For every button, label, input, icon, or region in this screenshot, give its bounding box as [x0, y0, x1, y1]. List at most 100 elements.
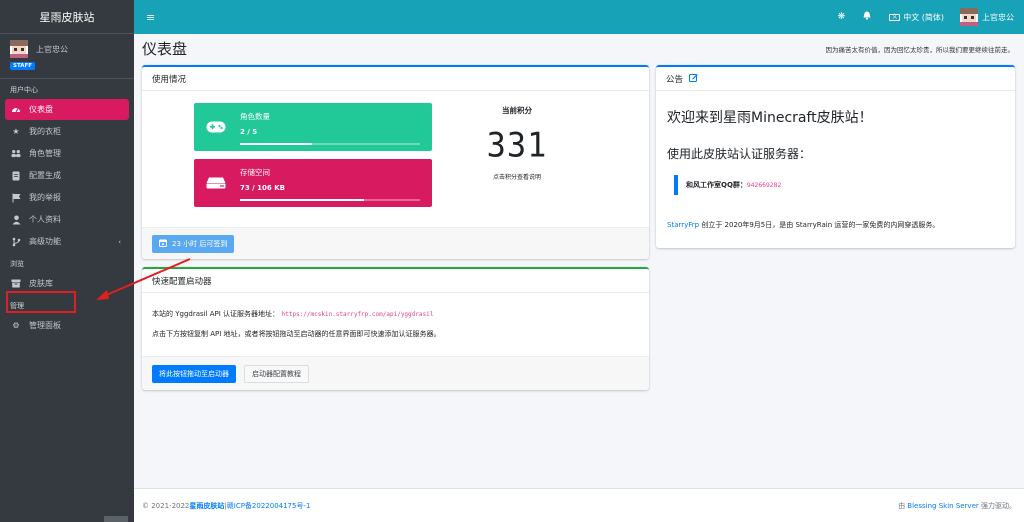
gamepad-icon — [206, 120, 226, 134]
sidebar-item-label: 个人资料 — [29, 215, 61, 224]
powered-suffix: 强力驱动。 — [978, 501, 1016, 510]
sidebar-item-label: 我的举报 — [29, 193, 61, 202]
sidebar-item-label: 我的衣柜 — [29, 127, 61, 136]
api-url[interactable]: https://mcskin.starryfrp.com/api/yggdras… — [282, 311, 434, 318]
usage-card: 使用情况 角色数量 2 / 5 存储空间 73 / 106 KB 当前积分 33… — [142, 65, 649, 259]
page-footer: © 2021-2022 星雨皮肤站 | 赣ICP备2022004175号-1 由… — [134, 488, 1024, 522]
sidebar-item-profile[interactable]: 个人资料 — [5, 209, 129, 230]
branch-icon — [11, 237, 21, 247]
topbar-user-menu[interactable]: 上官忠公 — [960, 8, 1014, 26]
score-title: 当前积分 — [502, 106, 532, 115]
file-icon — [11, 171, 21, 181]
language-selector[interactable]: 文 中文 (简体) — [889, 12, 944, 23]
sign-in-button[interactable]: 23 小时 后可签到 — [152, 234, 235, 253]
users-icon — [11, 149, 21, 159]
avatar — [10, 40, 28, 58]
blessing-skin-link[interactable]: Blessing Skin Server — [907, 502, 978, 510]
qq-callout: 和风工作室QQ群： 942669282 — [674, 175, 781, 195]
sidebar-item-label: 仪表盘 — [29, 105, 53, 114]
notice-body: StarryFrp 创立于 2020年9月5日，是由 StarryRain 运营… — [667, 220, 939, 230]
menu-toggle-icon[interactable]: ≡ — [146, 11, 155, 24]
roles-label: 角色数量 — [240, 112, 270, 121]
notice-welcome: 欢迎来到星雨Minecraft皮肤站！ — [667, 110, 873, 126]
launcher-card-footer: 将此按钮拖动至启动器 启动器配置教程 — [142, 356, 649, 390]
sidebar-item-closet[interactable]: ★ 我的衣柜 — [5, 121, 129, 142]
qq-number: 942669282 — [746, 181, 782, 189]
sidebar-user[interactable]: 上官忠公 — [10, 40, 124, 58]
star-icon: ★ — [12, 127, 20, 136]
dashboard-icon — [11, 105, 21, 115]
sidebar-item-label: 皮肤库 — [29, 279, 53, 288]
storage-progress — [240, 199, 420, 201]
sidebar-item-admin-panel[interactable]: ⚙ 管理面板 — [5, 315, 129, 336]
sidebar-item-players[interactable]: 角色管理 — [5, 143, 129, 164]
page-title: 仪表盘 — [142, 40, 188, 58]
api-text: 本站的 Yggdrasil API 认证服务器地址： — [152, 310, 280, 318]
sidebar-user-name: 上官忠公 — [36, 44, 68, 54]
storage-value: 73 / 106 KB — [240, 184, 285, 192]
brand-logo[interactable]: 星雨皮肤站 — [0, 0, 134, 34]
calendar-icon — [159, 239, 167, 249]
storage-info-box: 存储空间 73 / 106 KB — [194, 159, 432, 207]
powered-prefix: 由 — [898, 501, 908, 510]
notice-card: 公告 欢迎来到星雨Minecraft皮肤站！ 使用此皮肤站认证服务器： 和风工作… — [656, 65, 1015, 248]
flag-icon — [11, 193, 21, 203]
drag-to-launcher-button[interactable]: 将此按钮拖动至启动器 — [152, 364, 236, 383]
footer-site-link[interactable]: 星雨皮肤站 — [189, 501, 224, 511]
notice-card-header: 公告 — [656, 67, 1015, 91]
score-box[interactable]: 当前积分 331 点击积分查看说明 — [472, 105, 562, 181]
sign-in-label: 23 小时 后可签到 — [172, 239, 228, 248]
gear-icon: ⚙ — [12, 321, 20, 330]
score-value[interactable]: 331 — [472, 125, 562, 165]
api-address-line: 本站的 Yggdrasil API 认证服务器地址： https://mcski… — [152, 309, 433, 319]
top-navbar: ≡ ❋ 文 中文 (简体) 上官忠公 — [134, 0, 1024, 34]
annotation-highlight-box — [6, 291, 76, 313]
notice-subtitle: 使用此皮肤站认证服务器： — [667, 147, 812, 161]
sidebar-item-label: 管理面板 — [29, 321, 61, 330]
storage-label: 存储空间 — [240, 168, 270, 177]
notice-body-text: 创立于 2020年9月5日，是由 StarryRain 运营的一家免费的内网穿透… — [699, 221, 940, 229]
notice-title: 公告 — [666, 74, 684, 85]
roles-value: 2 / 5 — [240, 128, 258, 136]
roles-info-box: 角色数量 2 / 5 — [194, 103, 432, 151]
sidebar-item-label: 高级功能 — [29, 237, 61, 246]
copyright: © 2021-2022 — [142, 501, 190, 510]
language-icon: 文 — [889, 13, 901, 21]
sidebar: 星雨皮肤站 上官忠公 STAFF 用户中心 仪表盘 ★ 我的衣柜 角色管理 配置… — [0, 0, 134, 522]
avatar — [960, 8, 978, 26]
topbar-user-name: 上官忠公 — [982, 12, 1014, 22]
sidebar-item-config[interactable]: 配置生成 — [5, 165, 129, 186]
sidebar-item-label: 角色管理 — [29, 149, 61, 158]
chevron-left-icon: ‹ — [118, 237, 121, 246]
sidebar-item-reports[interactable]: 我的举报 — [5, 187, 129, 208]
sidebar-item-advanced[interactable]: 高级功能 ‹ — [5, 231, 129, 252]
edit-icon[interactable] — [689, 73, 698, 85]
score-hint: 点击积分查看说明 — [492, 174, 541, 181]
storage-progress-fill — [240, 199, 365, 201]
launcher-instruction: 点击下方按钮复制 API 地址，或者将按钮拖动至启动器的任意界面即可快速添加认证… — [152, 330, 441, 338]
launcher-tutorial-button[interactable]: 启动器配置教程 — [244, 364, 309, 383]
launcher-card: 快速配置启动器 本站的 Yggdrasil API 认证服务器地址： https… — [142, 267, 649, 390]
theme-toggle-icon[interactable]: ❋ — [838, 12, 846, 22]
sidebar-item-label: 配置生成 — [29, 171, 61, 180]
icp-link[interactable]: 赣ICP备2022004175号-1 — [227, 501, 311, 511]
usage-card-footer: 23 小时 后可签到 — [142, 227, 649, 259]
staff-badge: STAFF — [10, 62, 36, 70]
usage-card-title: 使用情况 — [142, 67, 649, 91]
powered-by: 由 Blessing Skin Server 强力驱动。 — [898, 501, 1016, 511]
user-icon — [11, 215, 21, 225]
nav-header-browse: 浏览 — [10, 260, 24, 268]
launcher-card-title: 快速配置启动器 — [142, 269, 649, 293]
qq-label: 和风工作室QQ群： — [686, 181, 747, 189]
bell-icon[interactable] — [863, 11, 871, 23]
box-icon — [11, 279, 21, 289]
roles-progress-fill — [240, 143, 312, 145]
nav-header-user: 用户中心 — [10, 86, 38, 94]
sidebar-item-dashboard[interactable]: 仪表盘 — [5, 99, 129, 120]
user-panel: 上官忠公 STAFF — [0, 34, 134, 79]
scrollbar-stub — [104, 516, 128, 522]
topbar-right: ❋ 文 中文 (简体) 上官忠公 — [820, 8, 1014, 26]
starryfrp-link[interactable]: StarryFrp — [667, 221, 699, 229]
page-motto: 因为痛苦太有价值，因为回忆太珍贵，所以我们要更继续往前走。 — [825, 46, 1015, 54]
hdd-icon — [206, 176, 226, 190]
